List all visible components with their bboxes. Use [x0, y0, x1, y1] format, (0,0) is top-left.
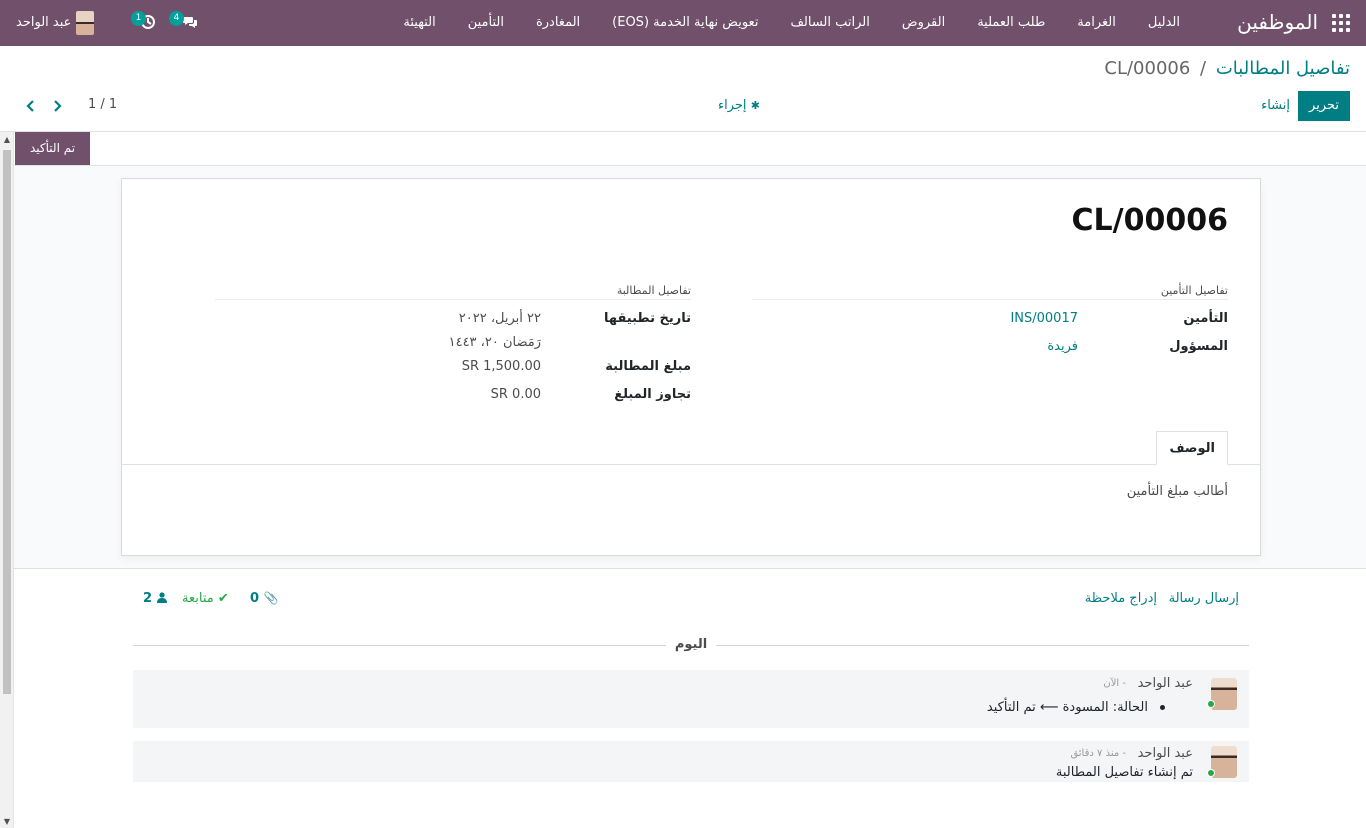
user-avatar[interactable] — [76, 11, 94, 35]
exceed-amount-label: تجاوز المبلغ — [614, 387, 691, 402]
breadcrumb: تفاصيل المطالبات / CL/00006 — [1104, 58, 1350, 79]
log-note-button[interactable]: إدراج ملاحظة — [1085, 591, 1157, 606]
insurance-group-divider — [752, 299, 1228, 300]
message-body-text: الحالة: المسودة ⟵ تم التأكيد — [986, 700, 1148, 715]
pager-next-icon[interactable] — [50, 97, 64, 115]
breadcrumb-separator: / — [1200, 58, 1207, 79]
user-menu-name[interactable]: عبد الواحد — [16, 15, 71, 30]
message-time: - الآن — [1103, 678, 1126, 689]
insurance-value[interactable]: INS/00017 — [1010, 311, 1078, 326]
create-button[interactable]: إنشاء — [1261, 91, 1290, 121]
menu-item-directory[interactable]: الدليل — [1132, 0, 1196, 46]
tab-description[interactable]: الوصف — [1156, 431, 1228, 465]
pager-value[interactable]: 1 / 1 — [88, 97, 117, 112]
scroll-thumb[interactable] — [3, 150, 11, 694]
message: عبد الواحد - منذ ٧ دقائق تم إنشاء تفاصيل… — [133, 741, 1249, 782]
top-navbar: الموظفين الدليل الغرامة طلب العملية القر… — [0, 0, 1366, 46]
claim-group-label: تفاصيل المطالبة — [616, 284, 691, 297]
menu-item-process-request[interactable]: طلب العملية — [961, 0, 1061, 46]
chat-icon[interactable] — [182, 14, 198, 30]
chat-badge: 4 — [169, 11, 184, 26]
user-icon — [156, 592, 167, 603]
responsible-value[interactable]: فريدة — [1047, 339, 1078, 354]
exceed-amount-value: SR 0.00 — [490, 387, 541, 402]
insurance-group-label: تفاصيل التأمين — [1160, 284, 1228, 297]
message-author[interactable]: عبد الواحد — [1138, 746, 1193, 761]
paperclip-icon: 📎 — [263, 591, 279, 605]
menu-item-insurance[interactable]: التأمين — [452, 0, 520, 46]
message-author-avatar[interactable] — [1211, 678, 1237, 710]
apply-date-label: تاريخ تطبيقها — [603, 311, 691, 326]
breadcrumb-parent[interactable]: تفاصيل المطالبات — [1216, 58, 1350, 79]
followers-button[interactable]: 2 — [143, 591, 167, 606]
follow-label: متابعة — [182, 591, 214, 606]
message: عبد الواحد - الآن الحالة: المسودة ⟵ تم ا… — [133, 670, 1249, 728]
breadcrumb-current: CL/00006 — [1104, 58, 1191, 79]
insurance-label: التأمين — [1183, 311, 1228, 326]
claim-amount-label: مبلغ المطالبة — [605, 359, 691, 374]
main-menu: الدليل الغرامة طلب العملية القروض الراتب… — [387, 0, 1196, 46]
app-brand[interactable]: الموظفين — [1237, 10, 1318, 34]
send-message-button[interactable]: إرسال رسالة — [1169, 591, 1239, 606]
menu-item-penalty[interactable]: الغرامة — [1061, 0, 1132, 46]
message-author[interactable]: عبد الواحد — [1138, 676, 1193, 691]
attachments-button[interactable]: 0 📎 — [250, 591, 279, 606]
status-bar: تم التأكيد — [0, 132, 1366, 166]
menu-item-salary-advance[interactable]: الراتب السالف — [774, 0, 885, 46]
responsible-label: المسؤول — [1169, 339, 1228, 354]
tabs-divider — [122, 464, 1260, 465]
check-icon: ✔ — [217, 591, 229, 606]
menu-item-departure[interactable]: المغادرة — [520, 0, 596, 46]
message-body: تم إنشاء تفاصيل المطالبة — [1055, 765, 1193, 780]
message-time: - منذ ٧ دقائق — [1070, 748, 1126, 759]
online-status-icon — [1207, 769, 1215, 777]
form-sheet: CL/00006 تفاصيل التأمين التأمين INS/0001… — [121, 178, 1261, 556]
menu-item-loans[interactable]: القروض — [886, 0, 961, 46]
scroll-down-arrow-icon[interactable]: ▼ — [2, 818, 12, 826]
scrollbar[interactable]: ▲ ▼ — [0, 132, 14, 828]
attachments-count: 0 — [250, 591, 260, 606]
status-confirmed[interactable]: تم التأكيد — [15, 132, 91, 165]
message-body: الحالة: المسودة ⟵ تم التأكيد — [987, 700, 1165, 715]
followers-count: 2 — [143, 591, 153, 606]
apps-menu-icon[interactable] — [1332, 14, 1350, 32]
today-label: اليوم — [666, 637, 716, 652]
activity-badge: 1 — [131, 11, 146, 26]
systray: عبد الواحد 4 1 — [0, 0, 220, 46]
menu-item-onboarding[interactable]: التهيئة — [387, 0, 451, 46]
edit-button[interactable]: تحرير — [1298, 91, 1350, 121]
claim-amount-value: SR 1,500.00 — [461, 359, 541, 374]
description-text: أطالب مبلغ التأمين — [1126, 484, 1228, 499]
claim-group-divider — [215, 299, 691, 300]
online-status-icon — [1207, 700, 1215, 708]
action-menu-button[interactable]: ✱ إجراء — [718, 98, 760, 113]
bullet-icon — [1160, 705, 1165, 710]
record-title: CL/00006 — [1071, 203, 1228, 238]
menu-item-eos[interactable]: تعويض نهاية الخدمة (EOS) — [596, 0, 774, 46]
pager-previous-icon[interactable] — [24, 97, 38, 115]
action-label: إجراء — [718, 98, 747, 113]
follow-button[interactable]: متابعة ✔ — [182, 591, 229, 606]
scroll-up-arrow-icon[interactable]: ▲ — [2, 136, 12, 144]
apply-date-value: ٢٢ أبريل، ٢٠٢٢ — [458, 311, 541, 326]
gear-icon: ✱ — [750, 99, 760, 112]
apply-date-hijri: رَمَضان ٢٠، ١٤٤٣ — [448, 335, 541, 350]
